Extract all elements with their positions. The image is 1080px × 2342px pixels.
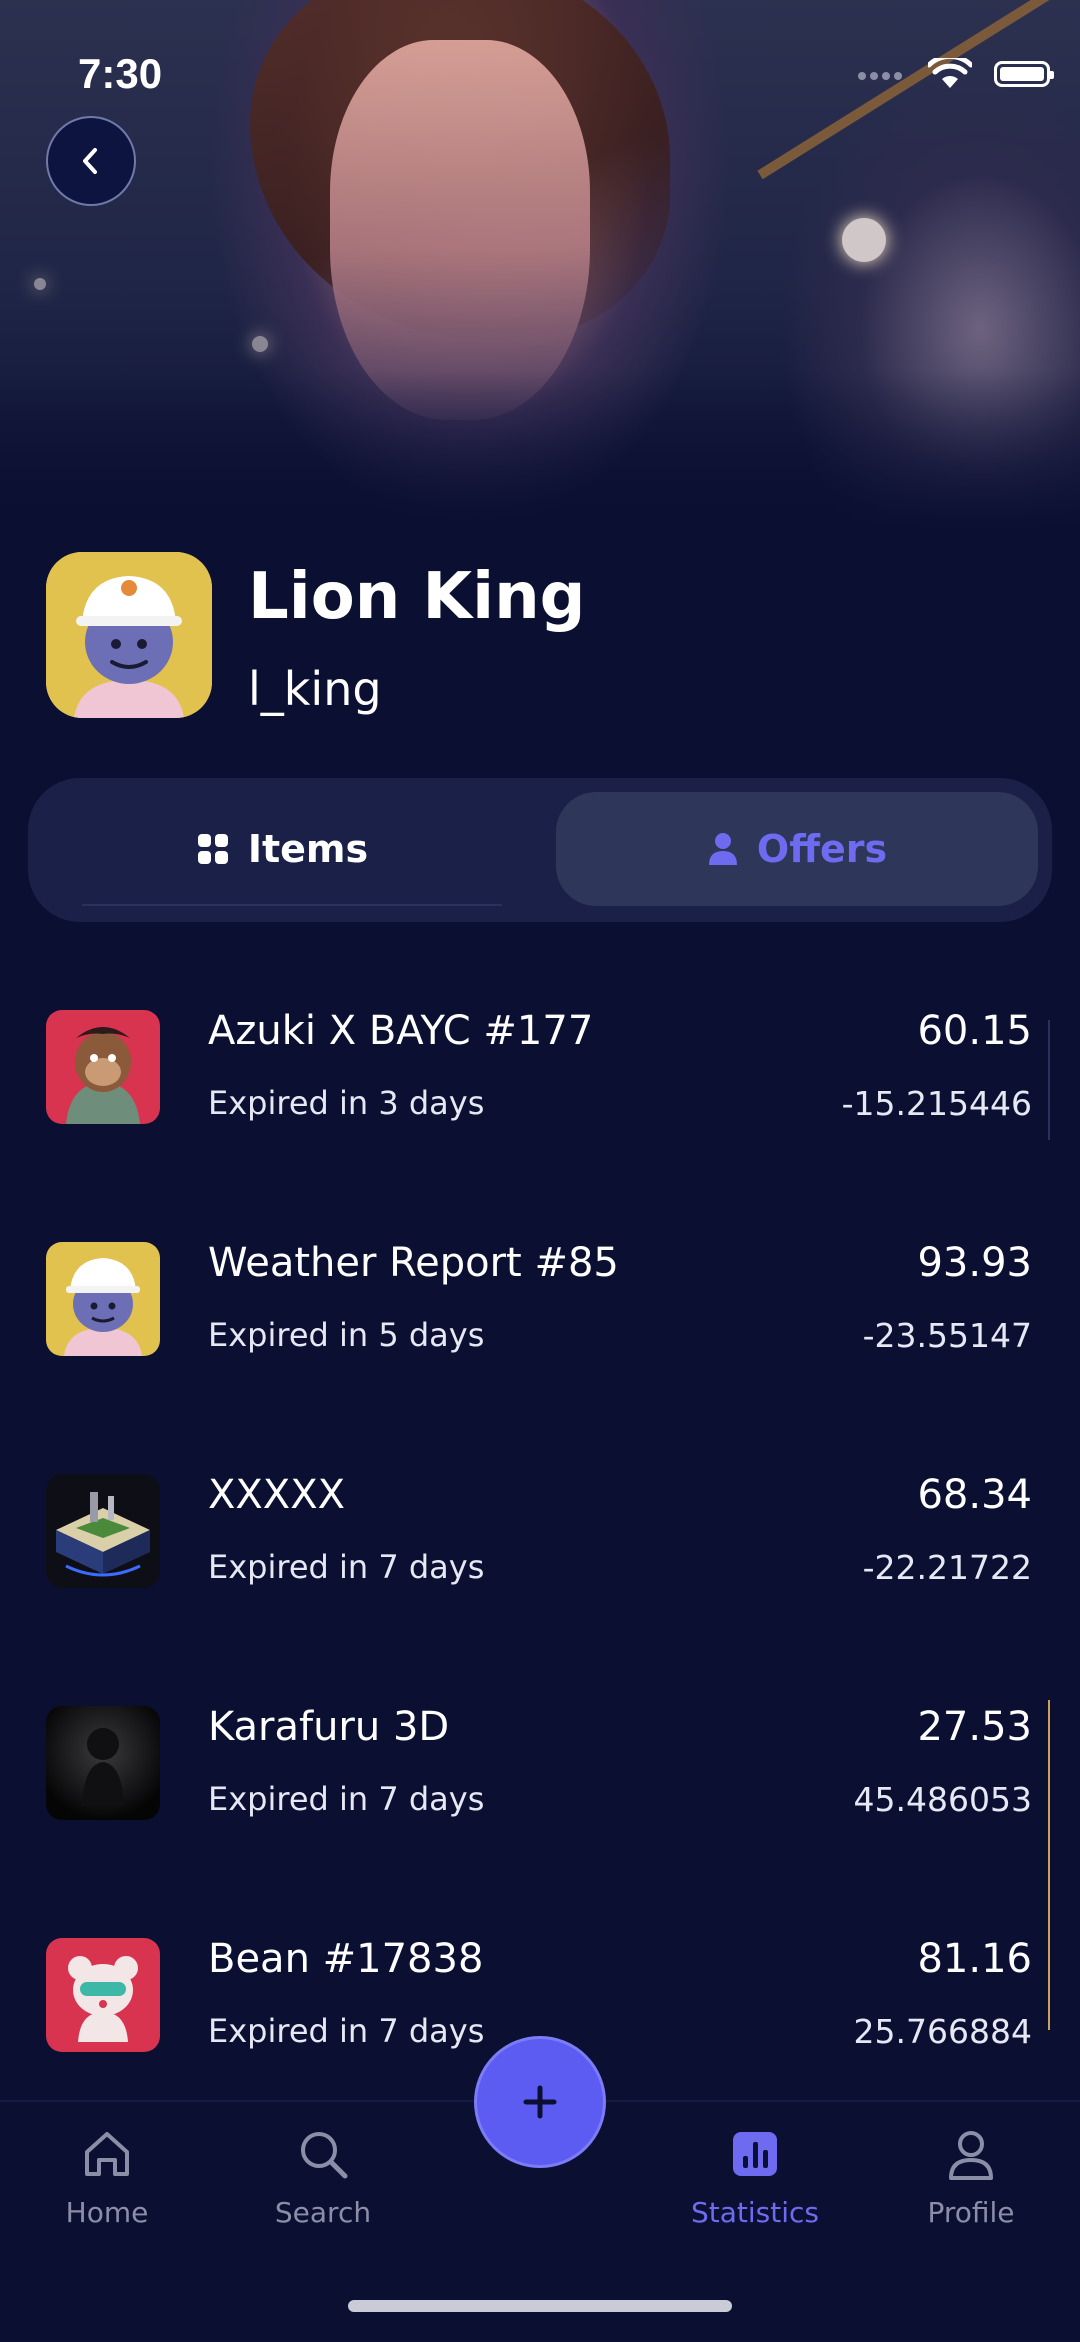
nft-thumbnail <box>46 1706 160 1820</box>
offer-name: XXXXX <box>208 1472 346 1518</box>
offer-price: 81.16 <box>917 1936 1032 1982</box>
offer-price: 27.53 <box>917 1704 1032 1750</box>
nav-home[interactable]: Home <box>27 2126 187 2229</box>
nav-home-label: Home <box>65 2196 149 2229</box>
offer-change: -23.55147 <box>862 1316 1032 1355</box>
signal-icon <box>858 65 906 84</box>
status-icons <box>858 58 1054 90</box>
nav-statistics-label: Statistics <box>691 2196 819 2229</box>
offer-change: -15.215446 <box>841 1084 1032 1123</box>
banner-sparkle <box>34 278 46 290</box>
tab-bar: Items Offers <box>28 778 1052 922</box>
back-button[interactable] <box>46 116 136 206</box>
profile-icon <box>949 2131 993 2180</box>
offer-change: 45.486053 <box>853 1780 1032 1819</box>
offer-price: 68.34 <box>917 1472 1032 1518</box>
offer-expiry: Expired in 7 days <box>208 1780 485 1818</box>
status-time: 7:30 <box>78 50 163 97</box>
home-icon <box>85 2132 129 2176</box>
search-icon <box>301 2132 348 2179</box>
tab-items[interactable]: Items <box>42 792 522 906</box>
grid-icon <box>197 834 228 864</box>
profile-handle: l_king <box>248 662 382 716</box>
list-item[interactable]: Weather Report #85 Expired in 5 days 93.… <box>0 1212 1080 1372</box>
banner-orb <box>842 218 886 262</box>
plus-icon <box>523 2085 557 2119</box>
tab-offers-label: Offers <box>756 827 888 871</box>
offer-change: -22.21722 <box>862 1548 1032 1587</box>
list-item[interactable]: Karafuru 3D Expired in 7 days 27.53 45.4… <box>0 1676 1080 1836</box>
nft-thumbnail <box>46 1938 160 2052</box>
list-item[interactable]: XXXXX Expired in 7 days 68.34 -22.21722 <box>0 1444 1080 1604</box>
offer-name: Weather Report #85 <box>208 1240 619 1286</box>
offer-name: Azuki X BAYC #177 <box>208 1008 594 1054</box>
list-item[interactable]: Azuki X BAYC #177 Expired in 3 days 60.1… <box>0 980 1080 1140</box>
profile-avatar <box>46 552 212 718</box>
nav-profile-label: Profile <box>927 2196 1015 2229</box>
wifi-icon <box>928 58 972 88</box>
nav-search[interactable]: Search <box>243 2126 403 2229</box>
banner-sparkle <box>252 336 268 352</box>
person-icon <box>708 833 737 865</box>
offer-price: 93.93 <box>917 1240 1032 1286</box>
offer-price: 60.15 <box>917 1008 1032 1054</box>
chevron-left-icon <box>83 148 97 174</box>
nav-statistics[interactable]: Statistics <box>675 2126 835 2229</box>
offer-expiry: Expired in 7 days <box>208 2012 485 2050</box>
nft-thumbnail <box>46 1242 160 1356</box>
offer-expiry: Expired in 7 days <box>208 1548 485 1586</box>
nav-profile[interactable]: Profile <box>891 2126 1051 2229</box>
offer-name: Karafuru 3D <box>208 1704 450 1750</box>
nft-thumbnail <box>46 1474 160 1588</box>
offer-expiry: Expired in 3 days <box>208 1084 485 1122</box>
home-indicator <box>348 2300 732 2312</box>
offer-name: Bean #17838 <box>208 1936 484 1982</box>
nft-thumbnail <box>46 1010 160 1124</box>
offer-change: 25.766884 <box>853 2012 1032 2051</box>
tab-offers[interactable]: Offers <box>556 792 1038 906</box>
tab-items-label: Items <box>247 827 369 871</box>
nav-search-label: Search <box>274 2196 372 2229</box>
battery-icon <box>994 61 1054 87</box>
profile-name: Lion King <box>248 560 586 634</box>
offer-expiry: Expired in 5 days <box>208 1316 485 1354</box>
banner-fade <box>0 370 1080 530</box>
add-button[interactable] <box>474 2036 606 2168</box>
chart-icon <box>733 2132 777 2176</box>
banner-face <box>330 40 590 420</box>
tab-divider <box>82 904 502 906</box>
